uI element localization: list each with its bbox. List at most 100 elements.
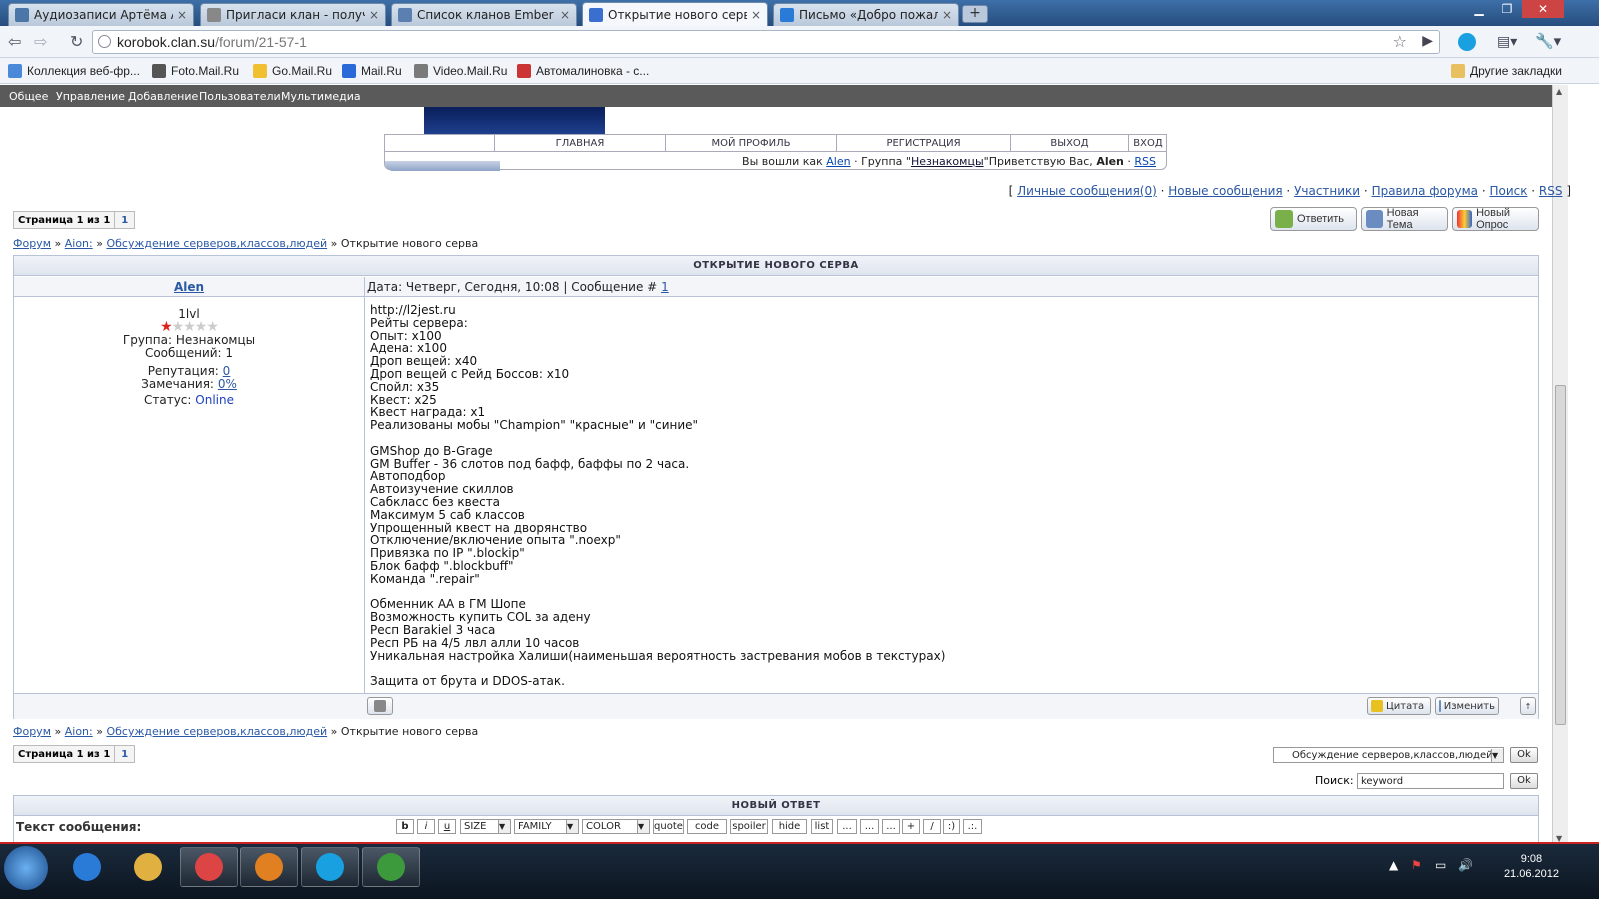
browser-tab[interactable]: Открытие нового серва ...× [582, 2, 768, 26]
group-link[interactable]: Незнакомцы [911, 155, 984, 168]
action-center-icon[interactable]: ▭ [1435, 858, 1446, 872]
quote-button[interactable]: Цитата [1367, 697, 1431, 715]
taskbar-app-explorer[interactable] [119, 847, 177, 887]
bbcode-button[interactable]: FAMILY ▼ [514, 819, 579, 834]
admin-menu-multimedia[interactable]: Мультимедиа [281, 90, 361, 103]
browser-tab[interactable]: Список кланов Ember x1...× [391, 3, 577, 26]
admin-menu-manage[interactable]: Управление [56, 90, 125, 103]
bbcode-button[interactable]: :) [943, 819, 960, 834]
bookmark-item[interactable]: Автомалиновка - с... [517, 62, 649, 80]
forward-icon[interactable]: ⇨ [34, 32, 47, 51]
breadcrumb-aion[interactable]: Aion: [65, 237, 93, 250]
start-button[interactable] [4, 846, 48, 890]
bbcode-button[interactable]: quote [653, 819, 684, 834]
bookmark-item[interactable]: Go.Mail.Ru [253, 62, 332, 80]
other-bookmarks[interactable]: Другие закладки [1451, 62, 1562, 80]
search-ok[interactable]: Ok [1510, 773, 1538, 789]
taskbar-app-ie[interactable] [58, 847, 116, 887]
bookmark-item[interactable]: Foto.Mail.Ru [152, 62, 239, 80]
edit-button[interactable]: Изменить [1435, 697, 1499, 715]
user-details-button[interactable] [367, 697, 393, 715]
bbcode-button[interactable]: spoiler [730, 819, 768, 834]
bbcode-button[interactable]: .:. [963, 819, 982, 834]
network-flag-icon[interactable]: ⚑ [1411, 858, 1422, 872]
bbcode-button[interactable]: SIZE ▼ [460, 819, 511, 834]
reload-icon[interactable]: ↻ [70, 32, 83, 51]
breadcrumb-forum[interactable]: Форум [13, 725, 51, 738]
bookmark-item[interactable]: Video.Mail.Ru [414, 62, 507, 80]
bbcode-button[interactable]: b [396, 819, 414, 834]
user-link[interactable]: Alen [826, 155, 850, 168]
page-link[interactable]: 1 [114, 746, 134, 762]
nav-home[interactable]: ГЛАВНАЯ [495, 135, 666, 152]
post-number-link[interactable]: 1 [661, 280, 669, 294]
post-author-link[interactable]: Alen [14, 280, 364, 294]
new-topic-button[interactable]: Новая Тема [1361, 207, 1448, 231]
bookmark-item[interactable]: Mail.Ru [342, 62, 402, 80]
minimize-button[interactable]: ▁ [1466, 0, 1492, 18]
tab-close-icon[interactable]: × [560, 8, 570, 22]
skype-extension-icon[interactable] [1458, 33, 1476, 51]
forum-jump-select[interactable]: Обсуждение серверов,классов,людей ▼ [1273, 747, 1504, 763]
scrollbar-thumb[interactable] [1555, 385, 1566, 725]
rss-link[interactable]: RSS [1134, 155, 1156, 168]
bookmark-item[interactable]: Коллекция веб-фр... [8, 62, 140, 80]
warnings-link[interactable]: 0% [218, 377, 237, 391]
admin-menu-general[interactable]: Общее [9, 90, 48, 103]
page-menu-icon[interactable]: ▤▾ [1497, 34, 1517, 50]
bbcode-button[interactable]: ... [837, 819, 857, 834]
page-scrollbar[interactable]: ▲ ▼ [1552, 85, 1568, 845]
new-tab-button[interactable]: + [962, 5, 988, 23]
star-icon[interactable]: ☆ [1393, 32, 1407, 51]
browser-tab[interactable]: Пригласи клан - получ...× [200, 3, 386, 26]
volume-icon[interactable]: 🔊 [1458, 858, 1473, 872]
breadcrumb-section[interactable]: Обсуждение серверов,классов,людей [106, 725, 327, 738]
browser-tab[interactable]: Письмо «Добро пожал... × [773, 3, 959, 26]
back-icon[interactable]: ⇦ [8, 32, 21, 51]
page-link[interactable]: 1 [114, 212, 134, 228]
taskbar-app-mail-agent[interactable] [180, 847, 238, 887]
nav-register[interactable]: РЕГИСТРАЦИЯ [837, 135, 1011, 152]
forum-rss-link[interactable]: RSS [1539, 184, 1563, 198]
window-close-button[interactable]: ✕ [1522, 0, 1564, 18]
nav-profile[interactable]: МОЙ ПРОФИЛЬ [666, 135, 837, 152]
search-link[interactable]: Поиск [1489, 184, 1527, 198]
play-icon[interactable]: ▶ [1422, 33, 1433, 49]
reply-button[interactable]: Ответить [1270, 207, 1357, 231]
taskbar-app-chrome[interactable] [362, 847, 420, 887]
breadcrumb-section[interactable]: Обсуждение серверов,классов,людей [106, 237, 327, 250]
forum-jump-ok[interactable]: Ok [1510, 747, 1538, 763]
system-clock[interactable]: 9:08 21.06.2012 [1504, 852, 1559, 882]
nav-login[interactable]: ВХОД [1129, 135, 1167, 152]
members-link[interactable]: Участники [1294, 184, 1360, 198]
maximize-button[interactable]: ❐ [1494, 0, 1520, 18]
scroll-top-button[interactable]: ↑ [1520, 697, 1536, 715]
breadcrumb-aion[interactable]: Aion: [65, 725, 93, 738]
rules-link[interactable]: Правила форума [1372, 184, 1478, 198]
bbcode-button[interactable]: ... [860, 819, 879, 834]
tab-close-icon[interactable]: × [751, 8, 761, 22]
new-messages-link[interactable]: Новые сообщения [1168, 184, 1282, 198]
admin-menu-users[interactable]: Пользователи [199, 90, 281, 103]
bbcode-button[interactable]: u [438, 819, 456, 834]
tab-close-icon[interactable]: × [177, 8, 187, 22]
taskbar-app-skype[interactable] [301, 847, 359, 887]
tab-close-icon[interactable]: × [942, 8, 952, 22]
admin-menu-add[interactable]: Добавление [128, 90, 198, 103]
private-messages-link[interactable]: Личные сообщения(0) [1017, 184, 1157, 198]
nav-logout[interactable]: ВЫХОД [1011, 135, 1129, 152]
tray-arrow-icon[interactable]: ▲ [1389, 858, 1398, 872]
new-poll-button[interactable]: Новый Опрос [1452, 207, 1539, 231]
bbcode-button[interactable]: i [417, 819, 435, 834]
bbcode-button[interactable]: code [687, 819, 727, 834]
reputation-link[interactable]: 0 [223, 364, 231, 378]
bbcode-button[interactable]: COLOR ▼ [582, 819, 650, 834]
breadcrumb-forum[interactable]: Форум [13, 237, 51, 250]
bbcode-button[interactable]: / [923, 819, 941, 834]
page-info-icon[interactable] [98, 35, 111, 48]
address-bar[interactable]: korobok.clan.su/forum/21-57-1 ☆ ▶ [92, 30, 1440, 54]
browser-tab[interactable]: Аудиозаписи Артёма Ар...× [8, 3, 194, 26]
tab-close-icon[interactable]: × [369, 8, 379, 22]
bbcode-button[interactable]: list [811, 819, 833, 834]
taskbar-app-media-player[interactable] [240, 847, 298, 887]
